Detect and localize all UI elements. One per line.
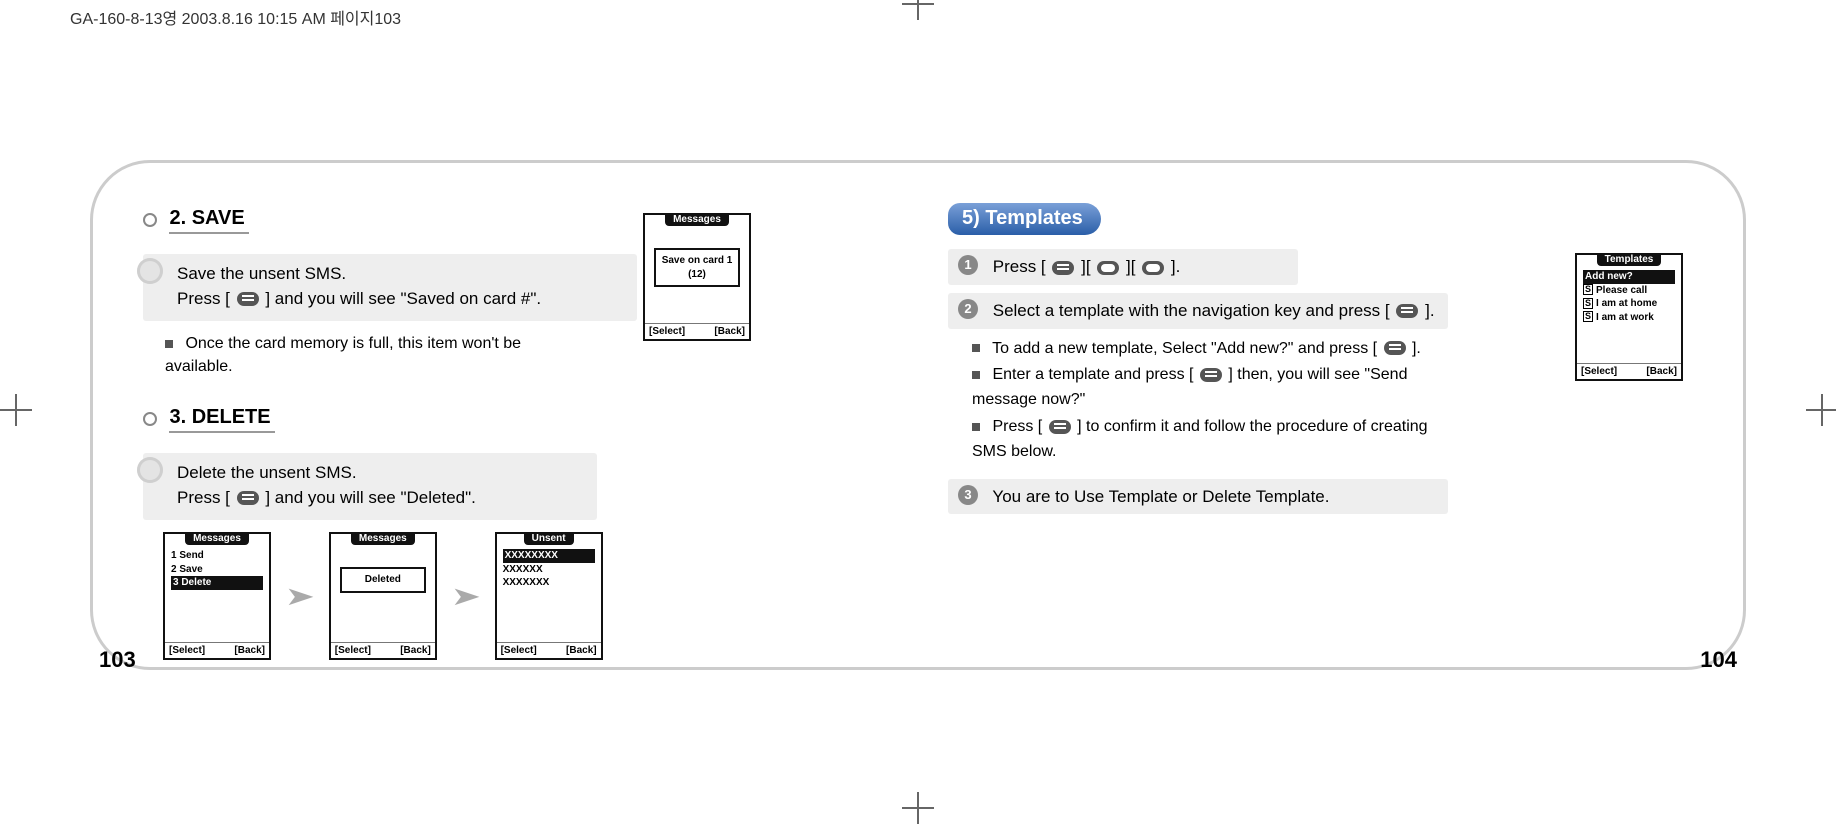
section-delete: 3. DELETE Delete the unsent SMS. Press [… [143, 402, 888, 660]
step-badge: 2 [958, 299, 978, 319]
arrow-right-icon: ➤ [450, 581, 481, 612]
phone-popup: Deleted [340, 567, 426, 593]
phone-title: Messages [185, 532, 249, 545]
phone-popup: Save on card 1 (12) [654, 248, 740, 287]
left-page: 2. SAVE Save the unsent SMS. Press [ ] a… [143, 203, 918, 627]
phone-screen-templates: Templates Add new? SPlease call SI am at… [1575, 253, 1683, 381]
phone-screen-unsent: Unsent XXXXXXXX XXXXXX XXXXXXX [Select][… [495, 532, 603, 660]
delete-line2: Press [ ] and you will see "Deleted". [177, 486, 583, 511]
menu-key-icon [1049, 420, 1071, 434]
save-info: Save the unsent SMS. Press [ ] and you w… [143, 254, 637, 321]
bullet-icon [143, 412, 157, 426]
registration-mark-icon [1812, 400, 1832, 420]
s-icon: S [1583, 298, 1593, 309]
sheet: 2. SAVE Save the unsent SMS. Press [ ] a… [90, 50, 1746, 740]
doc-header: GA-160-8-13영 2003.8.16 10:15 AM 페이지103 [70, 5, 401, 29]
step-1: 1 Press [ ][ ][ ]. [948, 249, 1298, 285]
save-line1: Save the unsent SMS. [177, 262, 623, 287]
menu-key-icon [1396, 304, 1418, 318]
softkey-icon [1142, 261, 1164, 275]
section-save: 2. SAVE Save the unsent SMS. Press [ ] a… [143, 203, 888, 378]
save-line2: Press [ ] and you will see "Saved on car… [177, 287, 623, 312]
save-title: 2. SAVE [169, 207, 248, 234]
page-number-right: 104 [1700, 647, 1737, 673]
menu-key-icon [237, 491, 259, 505]
square-bullet-icon [972, 371, 980, 379]
step-badge: 1 [958, 255, 978, 275]
save-note: Once the card memory is full, this item … [165, 333, 585, 378]
spread: 2. SAVE Save the unsent SMS. Press [ ] a… [90, 160, 1746, 670]
phone-title: Messages [665, 213, 729, 226]
phone-screen-save: Messages Save on card 1 (12) [Select][Ba… [643, 213, 751, 341]
right-page: 5) Templates 1 Press [ ][ ][ ]. 2 Select… [918, 203, 1693, 627]
page: GA-160-8-13영 2003.8.16 10:15 AM 페이지103 2… [0, 0, 1836, 819]
softkey-icon [1097, 261, 1119, 275]
square-bullet-icon [972, 423, 980, 431]
info-icon [137, 258, 163, 284]
step-badge: 3 [958, 485, 978, 505]
s-icon: S [1583, 284, 1593, 295]
registration-mark-icon [908, 0, 928, 14]
phone-title: Templates [1597, 253, 1662, 266]
registration-mark-icon [908, 798, 928, 818]
arrow-right-icon: ➤ [285, 581, 316, 612]
menu-key-icon [1200, 368, 1222, 382]
phone-title: Messages [351, 532, 415, 545]
registration-mark-icon [6, 400, 26, 420]
square-bullet-icon [165, 340, 173, 348]
menu-key-icon [1052, 261, 1074, 275]
page-number-left: 103 [99, 647, 136, 673]
menu-key-icon [1384, 341, 1406, 355]
phone-title: Unsent [524, 532, 574, 545]
step-2: 2 Select a template with the navigation … [948, 293, 1448, 329]
delete-phones-row: Messages 1 Send 2 Save 3 Delete [Select]… [163, 532, 888, 660]
square-bullet-icon [972, 344, 980, 352]
delete-info: Delete the unsent SMS. Press [ ] and you… [143, 453, 597, 520]
info-icon [137, 457, 163, 483]
s-icon: S [1583, 311, 1593, 322]
templates-title: 5) Templates [948, 203, 1101, 235]
phone-screen-deleted: Messages Deleted [Select][Back] [329, 532, 437, 660]
delete-title: 3. DELETE [169, 406, 274, 433]
delete-line1: Delete the unsent SMS. [177, 461, 583, 486]
templates-notes: To add a new template, Select "Add new?"… [972, 337, 1452, 465]
phone-screen-delete-menu: Messages 1 Send 2 Save 3 Delete [Select]… [163, 532, 271, 660]
bullet-icon [143, 213, 157, 227]
menu-key-icon [237, 292, 259, 306]
step-3: 3 You are to Use Template or Delete Temp… [948, 479, 1448, 515]
